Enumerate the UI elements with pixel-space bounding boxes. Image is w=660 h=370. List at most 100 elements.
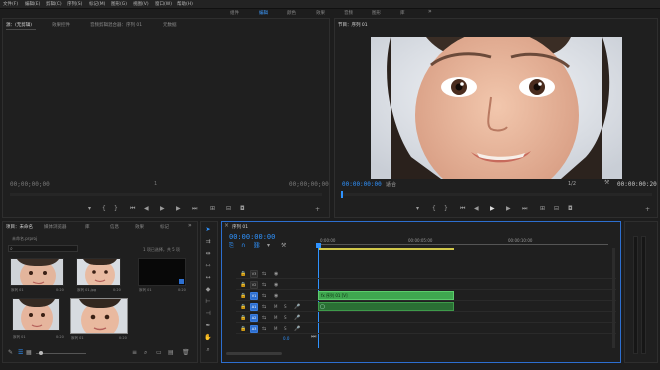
- project-search-input[interactable]: ⌕: [8, 245, 78, 252]
- find-icon[interactable]: ⌕: [144, 350, 147, 356]
- export-frame-icon[interactable]: ◘: [568, 206, 573, 212]
- eye-icon[interactable]: ◉: [274, 293, 278, 299]
- menu-help[interactable]: 帮助(H): [177, 1, 193, 7]
- source-timecode[interactable]: 00;00;00;00: [10, 181, 50, 188]
- mark-in-icon[interactable]: {: [102, 206, 106, 212]
- microphone-icon[interactable]: 🎤: [294, 304, 300, 310]
- track-target[interactable]: V2: [250, 281, 258, 289]
- lock-icon[interactable]: 🔒: [240, 315, 246, 321]
- track-target[interactable]: A3: [250, 325, 258, 333]
- mark-in-icon[interactable]: {: [432, 206, 436, 212]
- step-forward-icon[interactable]: ▶: [506, 206, 511, 212]
- linked-selection-icon[interactable]: ⛓: [253, 243, 261, 249]
- track-target[interactable]: A1: [250, 303, 258, 311]
- snap-icon[interactable]: ∩: [241, 243, 245, 249]
- hand-tool-icon[interactable]: ✋: [204, 335, 212, 341]
- lock-icon[interactable]: 🔒: [240, 326, 246, 332]
- sort-icon[interactable]: ≡: [132, 350, 137, 356]
- program-timecode[interactable]: 00:00:00:00: [342, 181, 382, 188]
- project-item-thumbnail-selected[interactable]: [70, 298, 128, 334]
- eye-icon[interactable]: ◉: [274, 271, 278, 277]
- extract-icon[interactable]: ⊟: [554, 206, 559, 212]
- tab-libraries[interactable]: 库: [85, 224, 90, 230]
- tab-metadata[interactable]: 元数据: [163, 22, 177, 28]
- sync-lock-icon[interactable]: ⇆: [262, 315, 266, 321]
- new-bin-icon[interactable]: ▭: [156, 350, 162, 356]
- workspace-tab-assembly[interactable]: 组件: [230, 10, 239, 16]
- program-playhead[interactable]: [341, 191, 343, 198]
- zoom-tool-icon[interactable]: ⌕: [204, 347, 212, 353]
- slide-tool-icon[interactable]: ⊣: [204, 311, 212, 317]
- new-item-icon[interactable]: ▤: [168, 350, 174, 356]
- tab-audio-clip-mixer[interactable]: 音频剪辑混合器：序列 01: [90, 22, 142, 28]
- lift-icon[interactable]: ⊞: [540, 206, 545, 212]
- rate-stretch-tool-icon[interactable]: ↔: [204, 275, 212, 281]
- list-view-icon[interactable]: ☰: [18, 350, 23, 356]
- project-sequence-thumbnail[interactable]: [138, 258, 186, 286]
- tab-program[interactable]: 节目：序列 01: [338, 22, 368, 28]
- lock-icon[interactable]: 🔒: [240, 282, 246, 288]
- video-clip[interactable]: fx 序列 01 [V]: [318, 291, 454, 300]
- workspace-tab-effects[interactable]: 效果: [316, 10, 325, 16]
- workspace-tab-editing[interactable]: 编辑: [259, 10, 268, 16]
- close-tab-icon[interactable]: ×: [224, 223, 229, 229]
- microphone-icon[interactable]: 🎤: [294, 326, 300, 332]
- timeline-zoom-scrollbar[interactable]: [226, 352, 282, 355]
- program-scrubber[interactable]: [340, 193, 652, 196]
- source-scrubber[interactable]: [10, 193, 322, 196]
- write-protect-icon[interactable]: ✎: [8, 350, 13, 356]
- nest-toggle-icon[interactable]: ⎘: [229, 243, 234, 249]
- eye-icon[interactable]: ◉: [274, 282, 278, 288]
- track-target[interactable]: V3: [250, 270, 258, 278]
- go-to-end-icon[interactable]: ⏭: [311, 334, 316, 340]
- lock-icon[interactable]: 🔒: [240, 304, 246, 310]
- mark-out-icon[interactable]: }: [114, 206, 118, 212]
- go-to-in-icon[interactable]: ⏮: [460, 206, 465, 212]
- menu-file[interactable]: 文件(F): [3, 1, 18, 7]
- sync-lock-icon[interactable]: ⇆: [262, 282, 266, 288]
- project-item-thumbnail[interactable]: [12, 298, 60, 331]
- project-item-thumbnail[interactable]: [76, 258, 121, 286]
- time-ruler[interactable]: [318, 244, 608, 245]
- lock-icon[interactable]: 🔒: [240, 271, 246, 277]
- tab-project[interactable]: 项目：未命名: [6, 224, 33, 230]
- zoom-slider[interactable]: [36, 353, 86, 354]
- playback-resolution-dropdown[interactable]: 1/2: [568, 181, 576, 187]
- add-marker-icon[interactable]: ▾: [416, 206, 419, 212]
- workspace-tab-color[interactable]: 颜色: [287, 10, 296, 16]
- zoom-slider-handle[interactable]: [39, 351, 43, 355]
- workspace-overflow-icon[interactable]: »: [428, 9, 432, 15]
- timeline-vertical-scrollbar[interactable]: [612, 248, 615, 348]
- tab-sequence[interactable]: 序列 01: [232, 224, 248, 230]
- tab-media-browser[interactable]: 媒体浏览器: [44, 224, 67, 230]
- panel-overflow-icon[interactable]: »: [188, 223, 192, 229]
- workspace-tab-audio[interactable]: 音频: [344, 10, 353, 16]
- sync-lock-icon[interactable]: ⇆: [262, 271, 266, 277]
- slip-tool-icon[interactable]: ⊢: [204, 299, 212, 305]
- icon-view-icon[interactable]: ▦: [26, 350, 32, 356]
- sync-lock-icon[interactable]: ⇆: [262, 293, 266, 299]
- timeline-timecode[interactable]: 00:00:00:00: [229, 233, 275, 241]
- workspace-tab-libraries[interactable]: 库: [400, 10, 405, 16]
- menu-clip[interactable]: 剪辑(C): [46, 1, 62, 7]
- go-to-out-icon[interactable]: ⏭: [192, 206, 197, 212]
- source-add-button-icon[interactable]: +: [315, 207, 320, 213]
- tab-effects[interactable]: 效果: [135, 224, 144, 230]
- mute-icon[interactable]: M: [274, 304, 277, 310]
- mute-icon[interactable]: M: [274, 315, 277, 321]
- master-volume-value[interactable]: 0.0: [283, 336, 289, 341]
- track-select-tool-icon[interactable]: ⇉: [204, 239, 212, 245]
- ripple-edit-tool-icon[interactable]: ⇹: [204, 251, 212, 257]
- menu-edit[interactable]: 编辑(E): [25, 1, 40, 7]
- menu-view[interactable]: 视图(V): [133, 1, 149, 7]
- sync-lock-icon[interactable]: ⇆: [262, 304, 266, 310]
- menu-graphics[interactable]: 图形(G): [111, 1, 127, 7]
- go-to-in-icon[interactable]: ⏮: [130, 206, 135, 212]
- play-icon[interactable]: ▶: [160, 206, 165, 212]
- tab-info[interactable]: 信息: [110, 224, 119, 230]
- solo-icon[interactable]: S: [284, 315, 287, 321]
- track-target[interactable]: V1: [250, 292, 258, 300]
- overwrite-icon[interactable]: ⊟: [226, 206, 231, 212]
- work-area-bar[interactable]: [318, 248, 454, 250]
- add-marker-icon[interactable]: ▾: [88, 206, 91, 212]
